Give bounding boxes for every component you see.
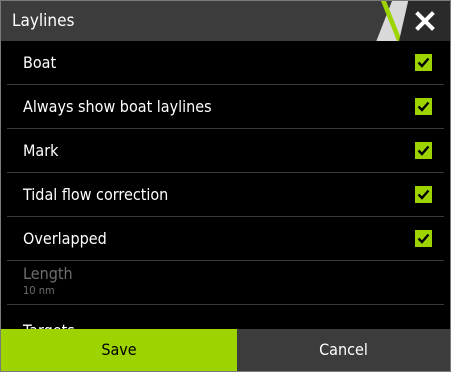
checkbox[interactable] <box>415 54 432 71</box>
checkbox[interactable] <box>415 142 432 159</box>
length-value: 10 nm <box>23 284 55 297</box>
length-label: Length <box>23 264 73 283</box>
title-bar: Laylines <box>1 1 450 41</box>
option-row-length: Length 10 nm <box>7 261 444 305</box>
checkbox[interactable] <box>415 186 432 203</box>
option-row-boat[interactable]: Boat <box>7 41 444 85</box>
option-row-always-show-boat-laylines[interactable]: Always show boat laylines <box>7 85 444 129</box>
option-label: Mark <box>23 141 59 160</box>
checkbox[interactable] <box>415 230 432 247</box>
checkmark-icon <box>417 57 430 68</box>
option-row-overlapped[interactable]: Overlapped <box>7 217 444 261</box>
checkbox[interactable] <box>415 98 432 115</box>
options-list: Boat Always show boat laylines Mark Tida… <box>1 41 450 340</box>
checkmark-icon <box>417 101 430 112</box>
option-label: Tidal flow correction <box>23 185 169 204</box>
checkmark-icon <box>417 233 430 244</box>
close-icon <box>414 11 435 31</box>
dialog-title: Laylines <box>1 1 392 41</box>
option-row-mark[interactable]: Mark <box>7 129 444 173</box>
option-row-tidal-flow-correction[interactable]: Tidal flow correction <box>7 173 444 217</box>
checkmark-icon <box>417 189 430 200</box>
option-label: Overlapped <box>23 229 107 248</box>
laylines-dialog: Laylines Boat Always show boat laylines … <box>0 0 451 372</box>
save-button[interactable]: Save <box>1 329 237 371</box>
option-label: Always show boat laylines <box>23 97 212 116</box>
dialog-buttons: Save Cancel <box>1 329 450 371</box>
option-label: Boat <box>23 53 57 72</box>
checkmark-icon <box>417 145 430 156</box>
cancel-button[interactable]: Cancel <box>237 329 450 371</box>
